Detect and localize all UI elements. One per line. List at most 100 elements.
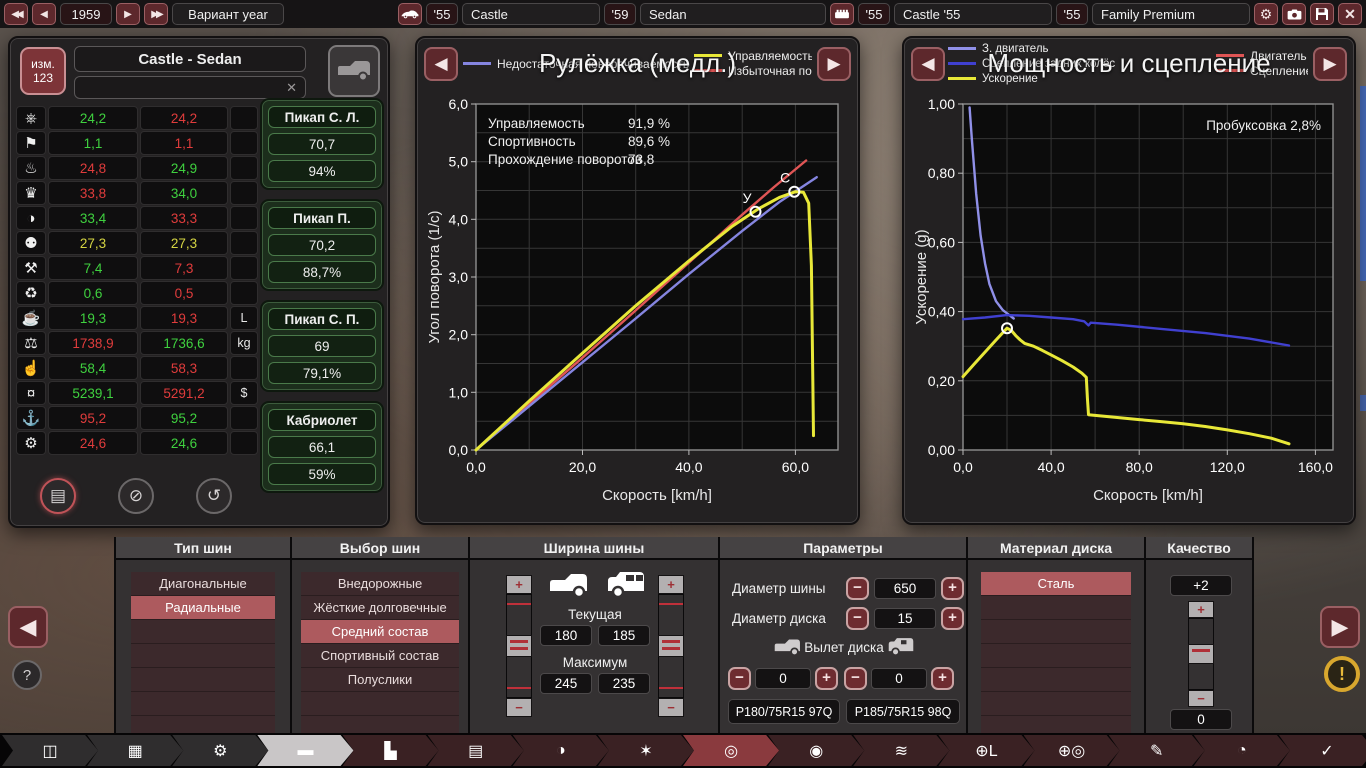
designer-tab[interactable]: ⊕L <box>938 735 1034 766</box>
svg-text:Спортивность: Спортивность <box>488 134 576 149</box>
list-item[interactable] <box>131 644 275 668</box>
stat-unit <box>230 131 258 155</box>
rear-offset-minus-button[interactable]: − <box>844 667 867 690</box>
list-item[interactable]: Радиальные <box>131 596 275 620</box>
designer-tab[interactable]: ✓ <box>1279 735 1366 766</box>
svg-text:Пробуксовка 2,8%: Пробуксовка 2,8% <box>1206 118 1321 133</box>
list-item[interactable] <box>301 692 459 716</box>
search-input[interactable]: ✕ <box>74 76 306 99</box>
list-item[interactable] <box>131 692 275 716</box>
front-offset-plus-button[interactable]: + <box>815 667 838 690</box>
front-offset-minus-button[interactable]: − <box>728 667 751 690</box>
designer-tab[interactable]: ✎ <box>1109 735 1205 766</box>
save-icon[interactable] <box>1310 3 1334 25</box>
tire-diameter-minus-button[interactable]: − <box>846 577 869 600</box>
rim-diameter-plus-button[interactable]: + <box>941 607 964 630</box>
front-width-plus-button[interactable]: + <box>506 575 532 594</box>
front-tire-spec-button[interactable]: P180/75R15 97Q <box>728 699 840 724</box>
model-name-field[interactable]: Castle <box>462 3 600 25</box>
help-button[interactable]: ? <box>12 660 42 690</box>
car-model-icon[interactable] <box>398 3 422 25</box>
settings-button[interactable]: ⚙ <box>1254 3 1278 25</box>
list-item[interactable]: Спортивный состав <box>301 644 459 668</box>
list-item[interactable] <box>981 692 1131 716</box>
stats-action-button[interactable]: ↺ <box>196 478 232 514</box>
stat-value-current: 33,4 <box>48 206 138 230</box>
year-last-button[interactable]: ▶▶ <box>144 3 168 25</box>
designer-tab[interactable]: ◎ <box>683 735 779 766</box>
prev-section-button[interactable]: ◀ <box>8 606 48 648</box>
chart-prev-button[interactable]: ◀ <box>424 47 458 81</box>
list-item[interactable] <box>981 596 1131 620</box>
stat-row: ☝ 58,4 58,3 <box>16 356 258 380</box>
year-first-button[interactable]: ◀◀ <box>4 3 28 25</box>
designer-tab[interactable]: ≋ <box>853 735 949 766</box>
stat-row: ⚒ 7,4 7,3 <box>16 256 258 280</box>
svg-text:Прохождение поворотов: Прохождение поворотов <box>488 152 642 167</box>
bodystyle-percent: 59% <box>268 463 376 485</box>
next-section-button[interactable]: ▶ <box>1320 606 1360 648</box>
quality-track <box>1188 618 1214 690</box>
close-button[interactable]: ✕ <box>1338 3 1362 25</box>
engine-icon[interactable] <box>830 3 854 25</box>
search-clear-icon[interactable]: ✕ <box>286 80 297 96</box>
designer-tab[interactable]: ▤ <box>428 735 524 766</box>
stats-action-button[interactable]: ⊘ <box>118 478 154 514</box>
stat-icon: ⎈ <box>16 106 46 130</box>
rear-width-minus-button[interactable]: − <box>658 698 684 717</box>
rear-width-handle[interactable] <box>658 635 684 657</box>
quality-plus-button[interactable]: + <box>1188 601 1214 618</box>
designer-tab[interactable]: ✶ <box>598 735 694 766</box>
chart-next-button-2[interactable]: ▶ <box>1313 47 1347 81</box>
list-item[interactable] <box>981 668 1131 692</box>
designer-tab[interactable]: ⚙ <box>172 735 268 766</box>
revision-button[interactable]: изм. 123 <box>20 47 66 95</box>
list-item[interactable]: Внедорожные <box>301 572 459 596</box>
designer-tab[interactable]: ▬ <box>257 735 353 766</box>
list-item[interactable] <box>981 644 1131 668</box>
front-width-minus-button[interactable]: − <box>506 698 532 717</box>
front-width-handle[interactable] <box>506 635 532 657</box>
stat-unit <box>230 431 258 455</box>
designer-tab[interactable]: ◔ <box>1194 735 1290 766</box>
car-type-button[interactable] <box>328 45 380 97</box>
top-bar: ◀◀ ◀ 1959 ▶ ▶▶ Вариант year '55 Castle '… <box>0 0 1366 28</box>
list-item[interactable] <box>131 668 275 692</box>
list-item[interactable]: Диагональные <box>131 572 275 596</box>
stat-row: ♛ 33,8 34,0 <box>16 181 258 205</box>
stat-unit: L <box>230 306 258 330</box>
rim-diameter-minus-button[interactable]: − <box>846 607 869 630</box>
year-prev-button[interactable]: ◀ <box>32 3 56 25</box>
designer-tab[interactable]: ▦ <box>87 735 183 766</box>
chart-prev-button-2[interactable]: ◀ <box>911 47 945 81</box>
quality-slider: + − <box>1188 601 1214 707</box>
stats-action-button[interactable]: ▤ <box>40 478 76 514</box>
trim-name-field[interactable]: Sedan <box>640 3 826 25</box>
list-item[interactable]: Жёсткие долговечные <box>301 596 459 620</box>
rear-offset-plus-button[interactable]: + <box>931 667 954 690</box>
quality-handle[interactable] <box>1188 644 1214 664</box>
list-item[interactable] <box>131 620 275 644</box>
engine-variant-field[interactable]: Family Premium <box>1092 3 1250 25</box>
issues-button[interactable]: ! <box>1324 656 1360 692</box>
rear-width-plus-button[interactable]: + <box>658 575 684 594</box>
tire-diameter-plus-button[interactable]: + <box>941 577 964 600</box>
designer-tab[interactable]: ⊕◎ <box>1024 735 1120 766</box>
photo-button[interactable] <box>1282 3 1306 25</box>
list-item[interactable]: Средний состав <box>301 620 459 644</box>
chart-next-button[interactable]: ▶ <box>817 47 851 81</box>
stat-row: ¤ 5239,1 5291,2 $ <box>16 381 258 405</box>
bodystyle-score: 66,1 <box>268 436 376 458</box>
designer-tab[interactable]: ▙ <box>343 735 439 766</box>
year-next-button[interactable]: ▶ <box>116 3 140 25</box>
designer-tab[interactable]: ◉ <box>768 735 864 766</box>
engine-family-field[interactable]: Castle '55 <box>894 3 1052 25</box>
rear-tire-spec-button[interactable]: P185/75R15 98Q <box>846 699 960 724</box>
designer-tab[interactable]: ◫ <box>2 735 98 766</box>
list-item[interactable] <box>981 620 1131 644</box>
list-item[interactable]: Сталь <box>981 572 1131 596</box>
quality-minus-button[interactable]: − <box>1188 690 1214 707</box>
designer-tab[interactable]: ◑ <box>513 735 609 766</box>
engine-family-year-badge: '55 <box>858 3 890 25</box>
list-item[interactable]: Полуслики <box>301 668 459 692</box>
